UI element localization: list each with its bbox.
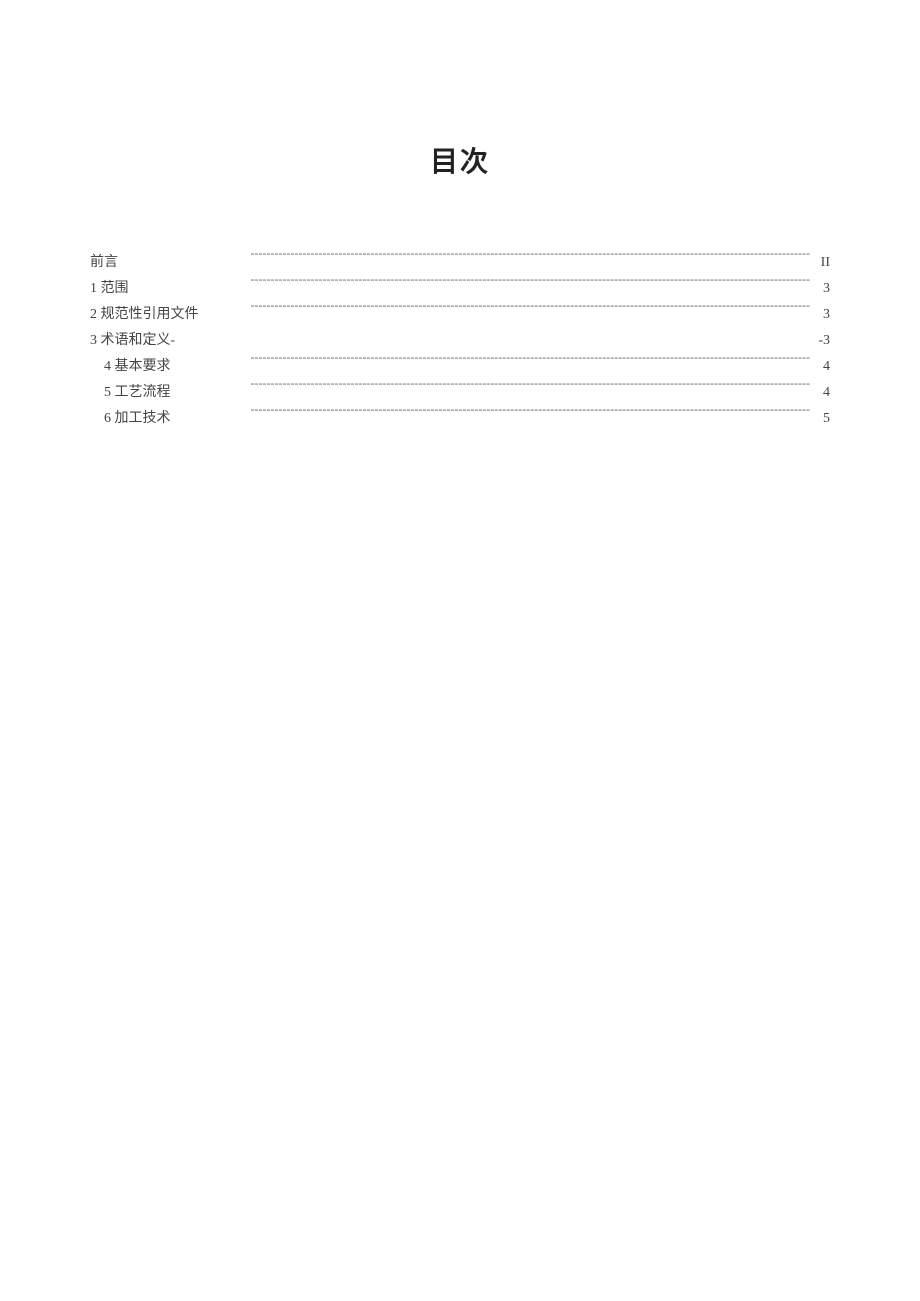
toc-entry-basic-requirements: 4 基本要求 4 [90, 354, 830, 380]
toc-leader [175, 356, 811, 370]
toc-page: 4 [814, 380, 830, 406]
toc-page: 3 [814, 302, 830, 328]
toc-entry-normative-references: 2 规范性引用文件 3 [90, 302, 830, 328]
toc-entry-terms-definitions: 3 术语和定义- -3 [90, 328, 830, 354]
toc-entry-process-flow: 5 工艺流程 4 [90, 380, 830, 406]
toc-label: 1 范围 [90, 276, 129, 302]
toc-leader [203, 304, 811, 318]
toc-label: 4 基本要求 [104, 354, 171, 380]
toc-leader [122, 252, 810, 266]
toc-page: 5 [814, 406, 830, 432]
toc-leader [133, 278, 811, 292]
toc-entry-processing-technology: 6 加工技术 5 [90, 406, 830, 432]
toc-label: 5 工艺流程 [104, 380, 171, 406]
toc-leader [175, 408, 811, 422]
toc-entry-preface: 前言 II [90, 250, 830, 276]
toc-label: 前言 [90, 250, 118, 276]
toc-label: 2 规范性引用文件 [90, 302, 199, 328]
table-of-contents: 前言 II 1 范围 3 2 规范性引用文件 3 3 术语和定义- -3 4 基… [90, 250, 830, 432]
page-title: 目次 [90, 140, 830, 180]
toc-label: 3 术语和定义- [90, 328, 175, 354]
toc-page: 3 [814, 276, 830, 302]
toc-leader [175, 382, 811, 396]
toc-page: 4 [814, 354, 830, 380]
toc-label: 6 加工技术 [104, 406, 171, 432]
toc-entry-scope: 1 范围 3 [90, 276, 830, 302]
toc-page: II [814, 250, 830, 276]
toc-page: -3 [814, 328, 830, 354]
